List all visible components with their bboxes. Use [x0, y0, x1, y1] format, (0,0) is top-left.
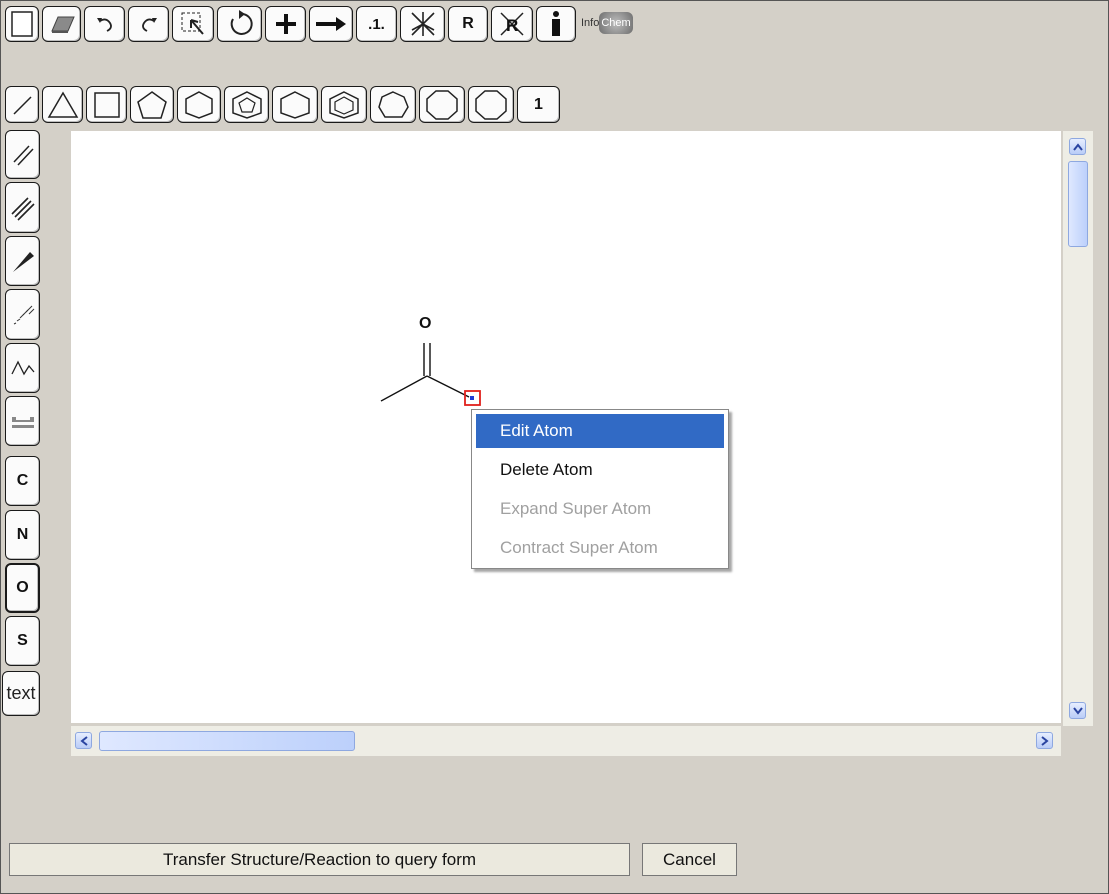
clear-atom-icon: [410, 12, 435, 36]
methyl-bond: [380, 375, 428, 402]
template-button[interactable]: [5, 396, 40, 446]
oxygen-atom-label: O: [419, 315, 431, 332]
lasso-select-icon: [181, 12, 204, 35]
menu-item-delete-atom[interactable]: Delete Atom: [476, 453, 724, 487]
benzene-icon: [329, 90, 359, 119]
cyclopropane-icon: [47, 91, 78, 118]
double-bond-button[interactable]: [5, 130, 40, 179]
eraser-button[interactable]: [42, 6, 81, 42]
cyclononane-button[interactable]: [468, 86, 514, 123]
menu-item-contract-super-atom: Contract Super Atom: [500, 538, 658, 557]
scroll-up-button[interactable]: [1069, 138, 1086, 155]
cyclohexane-icon: [185, 90, 213, 119]
horizontal-scroll-thumb[interactable]: [99, 731, 355, 751]
carbonyl-double-bond: [423, 343, 431, 376]
atom-context-menu: Edit Atom Delete Atom Expand Super Atom …: [471, 409, 729, 569]
cyclohexane-button[interactable]: [177, 86, 221, 123]
triple-bond-icon: [10, 196, 35, 221]
reaction-arrow-button[interactable]: [309, 6, 353, 42]
chain-button[interactable]: [5, 343, 40, 393]
reaction-arrow-icon: [316, 17, 346, 31]
cyclopropane-button[interactable]: [42, 86, 83, 123]
scroll-down-button[interactable]: [1069, 702, 1086, 719]
cyclopentadiene-icon: [231, 90, 262, 119]
clear-r-group-icon: R: [500, 12, 524, 36]
hash-bond-button[interactable]: [5, 289, 40, 340]
menu-item-edit-atom[interactable]: Edit Atom: [476, 414, 724, 448]
chevron-up-icon: [1072, 142, 1083, 151]
transfer-structure-button[interactable]: Transfer Structure/Reaction to query for…: [9, 843, 630, 876]
cyclononane-icon: [475, 89, 507, 120]
single-bond-button[interactable]: [5, 86, 39, 123]
undo-button[interactable]: [84, 6, 125, 42]
single-bond-icon: [13, 95, 32, 115]
plus-icon: [275, 14, 296, 34]
logo-text-info: Info: [581, 17, 600, 29]
cyclooctane-button[interactable]: [419, 86, 465, 123]
svg-text:R: R: [506, 16, 518, 35]
double-bond-icon: [12, 144, 34, 166]
vertical-scroll-thumb[interactable]: [1068, 161, 1088, 247]
cyclobutane-button[interactable]: [86, 86, 127, 123]
chevron-right-icon: [1040, 735, 1049, 746]
charge-button[interactable]: 1: [517, 86, 560, 123]
selected-atom-dot: [470, 396, 474, 400]
cycloheptane-icon: [378, 90, 409, 118]
cyclopentane-icon: [137, 90, 167, 119]
wedge-bond-icon: [12, 252, 34, 272]
info-icon: [552, 11, 560, 36]
redo-icon: [141, 18, 157, 32]
logo-text-chem: Chem: [599, 12, 633, 34]
vertical-scrollbar[interactable]: [1063, 131, 1093, 726]
wedge-bond-button[interactable]: [5, 236, 40, 286]
text-tool-button[interactable]: text: [2, 671, 40, 716]
r-group-button[interactable]: R: [448, 6, 488, 42]
cyclohexane-chair-icon: [280, 90, 310, 119]
new-page-icon: [11, 11, 33, 37]
chain-icon: [10, 360, 34, 376]
carbonyl-carbon-bond: [426, 375, 470, 398]
cyclohexane-chair-button[interactable]: [272, 86, 318, 123]
benzene-button[interactable]: [321, 86, 367, 123]
rotate-button[interactable]: [217, 6, 262, 42]
plus-button[interactable]: [265, 6, 306, 42]
editor-window: .1. R R Info Chem 1 C N O S text O Edit …: [0, 0, 1109, 894]
info-button[interactable]: [536, 6, 576, 42]
rotate-icon: [230, 10, 253, 35]
cyclobutane-icon: [93, 91, 120, 118]
clear-atom-button[interactable]: [400, 6, 445, 42]
menu-item-expand-super-atom: Expand Super Atom: [500, 499, 652, 518]
horizontal-scrollbar[interactable]: [71, 726, 1061, 756]
eraser-icon: [50, 16, 75, 33]
lasso-button[interactable]: [172, 6, 214, 42]
oxygen-atom-button[interactable]: O: [5, 563, 40, 613]
cancel-button[interactable]: Cancel: [642, 843, 737, 876]
cyclopentane-button[interactable]: [130, 86, 174, 123]
atom-numbering-button[interactable]: .1.: [356, 6, 397, 42]
cyclooctane-icon: [426, 89, 458, 120]
clear-r-group-button[interactable]: R: [491, 6, 533, 42]
carbon-atom-button[interactable]: C: [5, 456, 40, 506]
redo-button[interactable]: [128, 6, 169, 42]
nitrogen-atom-button[interactable]: N: [5, 510, 40, 560]
undo-icon: [96, 18, 112, 32]
triple-bond-button[interactable]: [5, 182, 40, 233]
template-icon: [11, 417, 34, 428]
cycloheptane-button[interactable]: [370, 86, 416, 123]
chevron-left-icon: [79, 735, 88, 746]
new-button[interactable]: [5, 6, 39, 42]
cyclopentadiene-button[interactable]: [224, 86, 269, 123]
scroll-right-button[interactable]: [1036, 732, 1053, 749]
hash-bond-icon: [13, 305, 34, 324]
scroll-left-button[interactable]: [75, 732, 92, 749]
chevron-down-icon: [1072, 706, 1083, 715]
infochem-logo: Info Chem: [581, 8, 633, 38]
sulfur-atom-button[interactable]: S: [5, 616, 40, 666]
